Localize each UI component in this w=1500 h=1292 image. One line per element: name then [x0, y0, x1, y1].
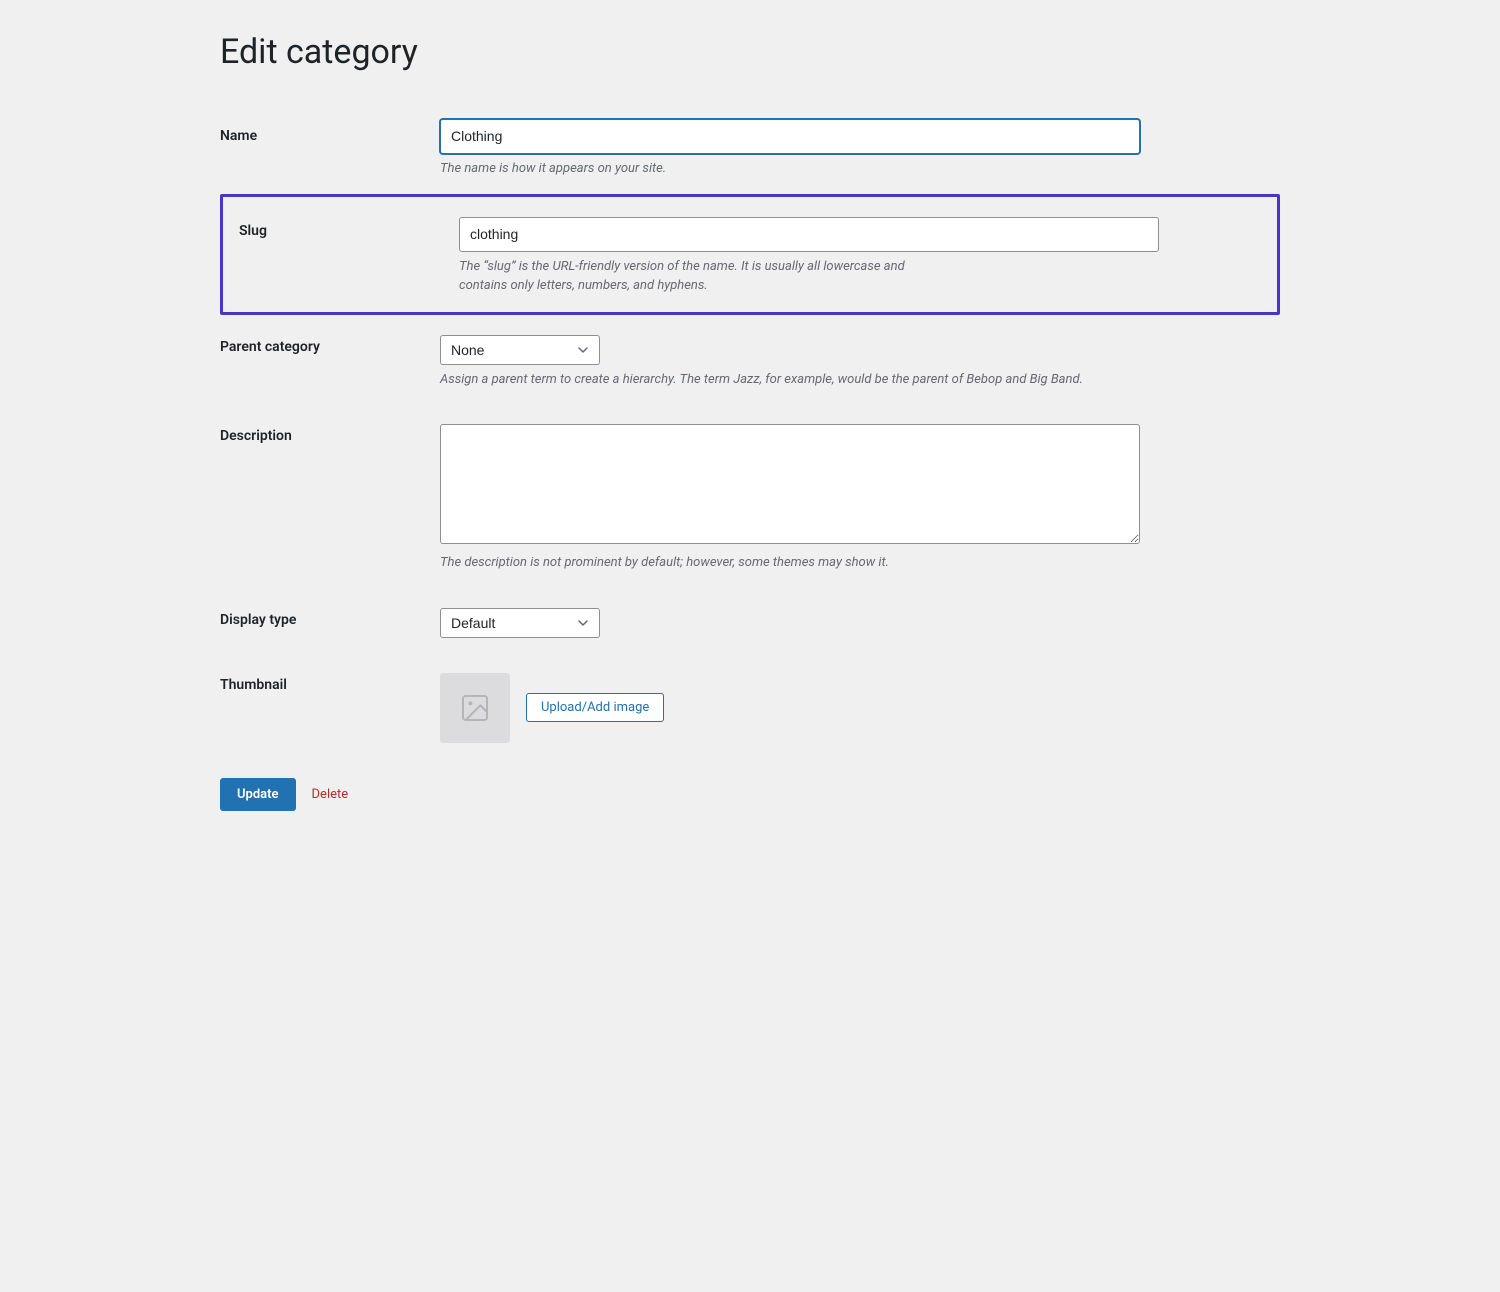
thumbnail-placeholder [440, 673, 510, 743]
page-container: Edit category Name The name is how it ap… [220, 30, 1280, 811]
thumbnail-container: Upload/Add image [440, 673, 1280, 743]
description-row: Description The description is not promi… [220, 404, 1280, 588]
parent-category-select[interactable]: None Clothing Accessories [440, 335, 600, 365]
upload-image-button[interactable]: Upload/Add image [526, 693, 664, 722]
slug-input[interactable] [459, 217, 1159, 252]
display-type-row: Display type Default Products Subcategor… [220, 588, 1280, 653]
slug-inner-row: Slug The “slug” is the URL-friendly vers… [239, 209, 1261, 304]
thumbnail-row: Thumbnail Upload/Add image [220, 653, 1280, 758]
form-table: Name The name is how it appears on your … [220, 104, 1280, 758]
parent-category-description: Assign a parent term to create a hierarc… [440, 370, 1140, 390]
slug-inner-table: Slug The “slug” is the URL-friendly vers… [239, 209, 1261, 304]
update-button[interactable]: Update [220, 778, 296, 811]
name-description: The name is how it appears on your site. [440, 159, 1140, 179]
delete-button[interactable]: Delete [312, 787, 349, 802]
page-title: Edit category [220, 30, 1280, 74]
slug-row: Slug The “slug” is the URL-friendly vers… [220, 194, 1280, 315]
actions-row: Update Delete [220, 778, 1280, 811]
description-textarea[interactable] [440, 424, 1140, 544]
name-row: Name The name is how it appears on your … [220, 104, 1280, 194]
parent-category-label: Parent category [220, 339, 320, 355]
display-type-label: Display type [220, 612, 296, 628]
display-type-select[interactable]: Default Products Subcategories Both [440, 608, 600, 638]
image-placeholder-icon [459, 692, 491, 724]
slug-highlight-box: Slug The “slug” is the URL-friendly vers… [220, 194, 1280, 315]
description-help: The description is not prominent by defa… [440, 553, 1140, 573]
thumbnail-label: Thumbnail [220, 677, 287, 693]
parent-category-row: Parent category None Clothing Accessorie… [220, 315, 1280, 405]
slug-label: Slug [239, 223, 267, 239]
name-label: Name [220, 128, 257, 144]
name-input[interactable] [440, 119, 1140, 154]
slug-description: The “slug” is the URL-friendly version o… [459, 257, 1159, 296]
description-label: Description [220, 428, 292, 444]
